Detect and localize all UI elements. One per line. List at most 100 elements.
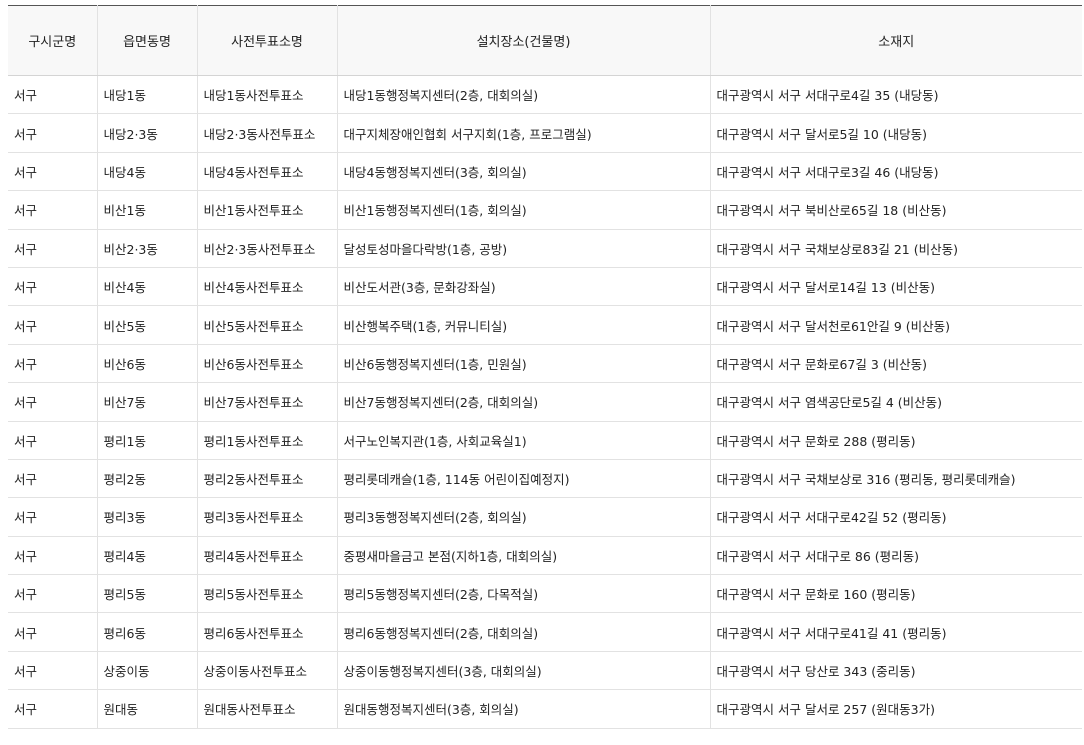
- cell-station-name: 내당2·3동사전투표소: [197, 113, 338, 153]
- cell-location: 달성토성마을다락방(1층, 공방): [337, 229, 711, 268]
- cell-dong: 평리3동: [97, 497, 198, 537]
- cell-station-name: 비산6동사전투표소: [197, 344, 338, 384]
- cell-dong: 평리2동: [97, 459, 198, 499]
- cell-station-name: 평리6동사전투표소: [197, 612, 338, 652]
- cell-station-name: 평리1동사전투표소: [197, 421, 338, 460]
- table-row: 서구 상중이동 상중이동사전투표소 상중이동행정복지센터(3층, 대회의실) 대구광역시…: [8, 651, 1082, 691]
- table-row: 서구 원대동 원대동사전투표소 원대동행정복지센터(3층, 회의실) 대구광역시 서구 …: [8, 689, 1082, 729]
- table-row: 서구 평리5동 평리5동사전투표소 평리5동행정복지센터(2층, 다목적실) 대구광역시…: [8, 574, 1082, 614]
- cell-dong: 비산5동: [97, 305, 198, 345]
- cell-address: 대구광역시 서구 국채보상로83길 21 (비산동): [710, 229, 1082, 268]
- cell-district: 서구: [8, 382, 98, 422]
- cell-station-name: 내당4동사전투표소: [197, 152, 338, 192]
- table-row: 서구 내당2·3동 내당2·3동사전투표소 대구지체장애인협회 서구지회(1층, 프로…: [8, 113, 1082, 153]
- cell-district: 서구: [8, 497, 98, 537]
- header-row: 구시군명 읍면동명 사전투표소명 설치장소(건물명) 소재지: [8, 5, 1082, 76]
- cell-location: 내당1동행정복지센터(2층, 대회의실): [337, 75, 711, 115]
- table-row: 서구 평리6동 평리6동사전투표소 평리6동행정복지센터(2층, 대회의실) 대구광역시…: [8, 612, 1082, 652]
- cell-district: 서구: [8, 305, 98, 345]
- cell-district: 서구: [8, 421, 98, 460]
- cell-district: 서구: [8, 574, 98, 614]
- cell-location: 비산행복주택(1층, 커뮤니티실): [337, 305, 711, 345]
- cell-district: 서구: [8, 612, 98, 652]
- cell-station-name: 비산4동사전투표소: [197, 267, 338, 307]
- header-district: 구시군명: [8, 5, 98, 76]
- header-location: 설치장소(건물명): [337, 5, 711, 76]
- cell-location: 평리5동행정복지센터(2층, 다목적실): [337, 574, 711, 614]
- table-row: 서구 비산2·3동 비산2·3동사전투표소 달성토성마을다락방(1층, 공방) 대구광역…: [8, 229, 1082, 268]
- cell-dong: 상중이동: [97, 651, 198, 691]
- header-dong: 읍면동명: [97, 5, 198, 76]
- cell-address: 대구광역시 서구 서대구로 86 (평리동): [710, 536, 1082, 576]
- table-row: 서구 평리2동 평리2동사전투표소 평리롯데캐슬(1층, 114동 어린이집예정지) 대…: [8, 459, 1082, 499]
- cell-address: 대구광역시 서구 당산로 343 (중리동): [710, 651, 1082, 691]
- cell-address: 대구광역시 서구 달서로5길 10 (내당동): [710, 113, 1082, 153]
- cell-station-name: 비산1동사전투표소: [197, 190, 338, 230]
- cell-station-name: 상중이동사전투표소: [197, 651, 338, 691]
- header-address: 소재지: [710, 5, 1082, 76]
- cell-station-name: 비산5동사전투표소: [197, 305, 338, 345]
- cell-address: 대구광역시 서구 서대구로41길 41 (평리동): [710, 612, 1082, 652]
- cell-district: 서구: [8, 267, 98, 307]
- table-header: 구시군명 읍면동명 사전투표소명 설치장소(건물명) 소재지: [8, 5, 1082, 76]
- table-row: 서구 비산5동 비산5동사전투표소 비산행복주택(1층, 커뮤니티실) 대구광역시 서구…: [8, 305, 1082, 345]
- cell-address: 대구광역시 서구 국채보상로 316 (평리동, 평리롯데캐슬): [710, 459, 1082, 499]
- table-row: 서구 내당1동 내당1동사전투표소 내당1동행정복지센터(2층, 대회의실) 대구광역시…: [8, 75, 1082, 115]
- cell-district: 서구: [8, 536, 98, 576]
- cell-district: 서구: [8, 113, 98, 153]
- table-container: 구시군명 읍면동명 사전투표소명 설치장소(건물명) 소재지 서구 내당1동 내당1…: [8, 5, 1082, 729]
- cell-district: 서구: [8, 75, 98, 115]
- cell-dong: 내당1동: [97, 75, 198, 115]
- cell-address: 대구광역시 서구 달서로 257 (원대동3가): [710, 689, 1082, 729]
- cell-location: 상중이동행정복지센터(3층, 대회의실): [337, 651, 711, 691]
- table-row: 서구 비산1동 비산1동사전투표소 비산1동행정복지센터(1층, 회의실) 대구광역시 …: [8, 190, 1082, 230]
- cell-station-name: 평리3동사전투표소: [197, 497, 338, 537]
- cell-location: 비산1동행정복지센터(1층, 회의실): [337, 190, 711, 230]
- cell-dong: 비산2·3동: [97, 229, 198, 268]
- cell-station-name: 비산7동사전투표소: [197, 382, 338, 422]
- cell-address: 대구광역시 서구 문화로 160 (평리동): [710, 574, 1082, 614]
- cell-address: 대구광역시 서구 서대구로3길 46 (내당동): [710, 152, 1082, 192]
- cell-district: 서구: [8, 344, 98, 384]
- cell-address: 대구광역시 서구 염색공단로5길 4 (비산동): [710, 382, 1082, 422]
- cell-location: 평리6동행정복지센터(2층, 대회의실): [337, 612, 711, 652]
- cell-dong: 비산4동: [97, 267, 198, 307]
- cell-station-name: 원대동사전투표소: [197, 689, 338, 729]
- cell-dong: 비산7동: [97, 382, 198, 422]
- cell-district: 서구: [8, 152, 98, 192]
- cell-district: 서구: [8, 689, 98, 729]
- cell-location: 평리롯데캐슬(1층, 114동 어린이집예정지): [337, 459, 711, 499]
- table-row: 서구 평리1동 평리1동사전투표소 서구노인복지관(1층, 사회교육실1) 대구광역시 …: [8, 421, 1082, 460]
- cell-location: 비산7동행정복지센터(2층, 대회의실): [337, 382, 711, 422]
- table-row: 서구 평리4동 평리4동사전투표소 중평새마을금고 본점(지하1층, 대회의실) 대구광…: [8, 536, 1082, 576]
- cell-address: 대구광역시 서구 북비산로65길 18 (비산동): [710, 190, 1082, 230]
- cell-location: 비산도서관(3층, 문화강좌실): [337, 267, 711, 307]
- header-station-name: 사전투표소명: [197, 5, 338, 76]
- cell-dong: 평리5동: [97, 574, 198, 614]
- table-row: 서구 비산4동 비산4동사전투표소 비산도서관(3층, 문화강좌실) 대구광역시 서구 …: [8, 267, 1082, 307]
- table-row: 서구 내당4동 내당4동사전투표소 내당4동행정복지센터(3층, 회의실) 대구광역시 …: [8, 152, 1082, 192]
- cell-station-name: 평리5동사전투표소: [197, 574, 338, 614]
- cell-dong: 내당2·3동: [97, 113, 198, 153]
- cell-dong: 원대동: [97, 689, 198, 729]
- cell-station-name: 비산2·3동사전투표소: [197, 229, 338, 268]
- cell-location: 내당4동행정복지센터(3층, 회의실): [337, 152, 711, 192]
- cell-address: 대구광역시 서구 달서로14길 13 (비산동): [710, 267, 1082, 307]
- cell-address: 대구광역시 서구 서대구로4길 35 (내당동): [710, 75, 1082, 115]
- cell-dong: 내당4동: [97, 152, 198, 192]
- table-row: 서구 비산6동 비산6동사전투표소 비산6동행정복지센터(1층, 민원실) 대구광역시 …: [8, 344, 1082, 384]
- cell-address: 대구광역시 서구 서대구로42길 52 (평리동): [710, 497, 1082, 537]
- table-body: 서구 내당1동 내당1동사전투표소 내당1동행정복지센터(2층, 대회의실) 대구광역시…: [8, 75, 1082, 729]
- cell-address: 대구광역시 서구 달서천로61안길 9 (비산동): [710, 305, 1082, 345]
- cell-location: 대구지체장애인협회 서구지회(1층, 프로그램실): [337, 113, 711, 153]
- cell-location: 비산6동행정복지센터(1층, 민원실): [337, 344, 711, 384]
- cell-dong: 평리4동: [97, 536, 198, 576]
- cell-district: 서구: [8, 190, 98, 230]
- cell-location: 중평새마을금고 본점(지하1층, 대회의실): [337, 536, 711, 576]
- cell-dong: 비산1동: [97, 190, 198, 230]
- table-row: 서구 평리3동 평리3동사전투표소 평리3동행정복지센터(2층, 회의실) 대구광역시 …: [8, 497, 1082, 537]
- cell-dong: 비산6동: [97, 344, 198, 384]
- cell-location: 원대동행정복지센터(3층, 회의실): [337, 689, 711, 729]
- cell-district: 서구: [8, 229, 98, 268]
- cell-address: 대구광역시 서구 문화로 288 (평리동): [710, 421, 1082, 460]
